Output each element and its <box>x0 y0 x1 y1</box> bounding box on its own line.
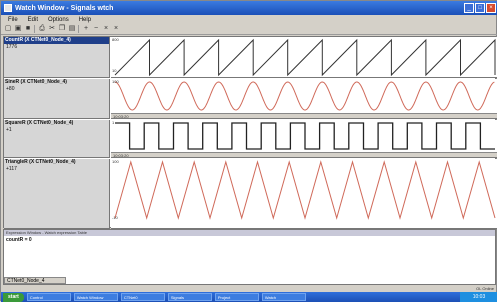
signal-value: +1 <box>6 127 12 133</box>
signal-row: CountR (X CTNet0_Node_4) 1776 800 10 <box>4 37 497 78</box>
expression-line[interactable]: countR = 0 <box>4 236 495 243</box>
time-axis: 10:03:20 <box>111 152 497 158</box>
zoom-out-icon[interactable]: − <box>92 25 100 33</box>
signal-label[interactable]: SquareR (X CTNet0_Node_4) +1 <box>4 120 110 158</box>
save-icon[interactable]: ■ <box>24 25 32 33</box>
menu-options[interactable]: Options <box>48 17 69 23</box>
taskbar-item[interactable]: Control <box>26 293 71 301</box>
app-icon <box>4 4 12 12</box>
y-max-label: 100 <box>112 79 119 84</box>
toolbar-separator <box>78 25 80 33</box>
open-folder-icon[interactable]: ▣ <box>14 25 22 33</box>
signal-name: SineR (X CTNet0_Node_4) <box>5 79 67 85</box>
signal-row: SquareR (X CTNet0_Node_4) +1 1 10:03:20 <box>4 120 497 158</box>
taskbar-item[interactable]: Signals <box>167 293 212 301</box>
waveform-line <box>114 160 496 220</box>
toolbar-separator <box>34 25 36 33</box>
print-icon[interactable]: ⎙ <box>38 25 46 33</box>
waveform <box>114 160 496 220</box>
waveform-line <box>114 81 495 111</box>
delete-icon[interactable]: × <box>102 25 110 33</box>
signal-row: SineR (X CTNet0_Node_4) +80 100 10:03:20 <box>4 79 497 119</box>
signal-row: TriangleR (X CTNet0_Node_4) +117 100 -10 <box>4 159 497 229</box>
zoom-in-icon[interactable]: + <box>82 25 90 33</box>
waveform <box>115 122 495 150</box>
signal-name: TriangleR (X CTNet0_Node_4) <box>5 159 76 165</box>
start-button[interactable]: start <box>3 292 24 302</box>
cut-icon[interactable]: ✂ <box>48 25 56 33</box>
node-tab[interactable]: CTNet0_Node_4 <box>4 277 66 284</box>
signal-panes: CountR (X CTNet0_Node_4) 1776 800 10 Sin… <box>3 36 497 229</box>
y-max-label: 1 <box>112 120 115 125</box>
signal-value: +117 <box>6 166 17 172</box>
signal-name: SquareR (X CTNet0_Node_4) <box>5 120 74 126</box>
time-label: 10:03:20 <box>113 153 129 158</box>
signal-plot <box>111 37 497 78</box>
copy-icon[interactable]: ❐ <box>58 25 66 33</box>
waveform-line <box>114 38 496 77</box>
signal-plot <box>111 159 497 229</box>
maximize-button[interactable]: □ <box>475 3 485 13</box>
waveform <box>114 81 495 111</box>
menu-edit[interactable]: Edit <box>28 17 38 23</box>
signal-label[interactable]: CountR (X CTNet0_Node_4) 1776 <box>4 37 110 78</box>
menu-bar: File Edit Options Help <box>1 15 497 24</box>
toolbar: ▢ ▣ ■ ⎙ ✂ ❐ ▤ + − × × <box>1 24 497 35</box>
y-min-label: 10 <box>112 68 117 73</box>
y-max-label: 800 <box>112 37 119 42</box>
y-max-label: 100 <box>112 159 119 164</box>
menu-file[interactable]: File <box>8 17 18 23</box>
close-button[interactable]: × <box>486 3 496 13</box>
signal-label[interactable]: SineR (X CTNet0_Node_4) +80 <box>4 79 110 119</box>
taskbar-item[interactable]: Project <box>214 293 259 301</box>
waveform-line <box>115 122 495 150</box>
signal-name: CountR (X CTNet0_Node_4) <box>4 37 109 44</box>
taskbar-item[interactable]: CTNet0 <box>120 293 165 301</box>
time-label: 10:03:20 <box>113 114 129 119</box>
y-min-label: -10 <box>112 215 118 220</box>
taskbar-item[interactable]: Watch <box>261 293 306 301</box>
window-title: Watch Window - Signals wtch <box>15 4 114 12</box>
time-axis: 10:03:20 <box>111 113 497 119</box>
expression-window: Expression Window - Watch expression Tab… <box>3 229 496 285</box>
waveform <box>114 38 496 77</box>
signal-value: +80 <box>6 86 15 92</box>
taskbar-item[interactable]: Watch Window <box>73 293 118 301</box>
title-bar: Watch Window - Signals wtch _ □ × <box>1 1 497 15</box>
menu-help[interactable]: Help <box>79 17 91 23</box>
minimize-button[interactable]: _ <box>464 3 474 13</box>
signal-value: 1776 <box>6 44 18 50</box>
paste-icon[interactable]: ▤ <box>68 25 76 33</box>
signal-label[interactable]: TriangleR (X CTNet0_Node_4) +117 <box>4 159 110 229</box>
stop-icon[interactable]: × <box>112 25 120 33</box>
watch-window: Watch Window - Signals wtch _ □ × File E… <box>0 0 497 302</box>
new-file-icon[interactable]: ▢ <box>4 25 12 33</box>
